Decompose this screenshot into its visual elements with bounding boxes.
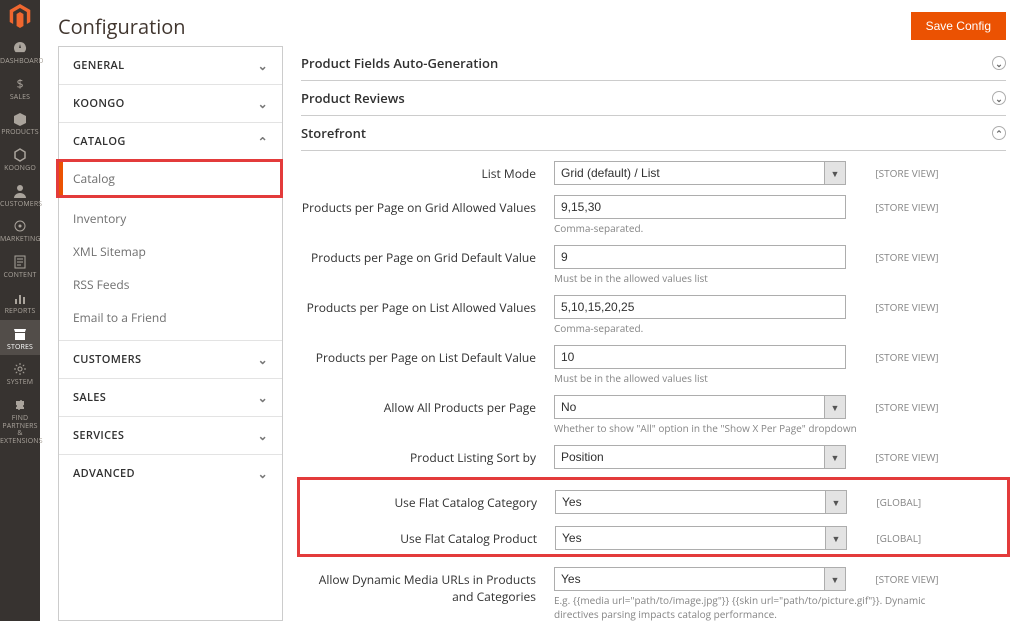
note-grid-allowed: Comma-separated. (554, 221, 954, 235)
config-item-inventory[interactable]: Inventory (59, 202, 282, 235)
select-allow-all[interactable] (554, 395, 846, 419)
config-item-email-to-friend[interactable]: Email to a Friend (59, 301, 282, 334)
scope-label: [STORE VIEW] (875, 345, 938, 364)
scope-label: [STORE VIEW] (875, 195, 938, 214)
label-grid-allowed: Products per Page on Grid Allowed Values (301, 195, 554, 216)
section-auto-generation[interactable]: Product Fields Auto-Generation ⌄ (301, 46, 1006, 81)
svg-text:$: $ (17, 76, 24, 92)
note-list-default: Must be in the allowed values list (554, 371, 954, 385)
config-group-sales[interactable]: SALES ⌄ (59, 379, 282, 416)
scope-label: [STORE VIEW] (875, 245, 938, 264)
nav-customers[interactable]: CUSTOMERS (0, 177, 40, 213)
input-list-allowed[interactable] (554, 295, 846, 319)
hexagon-icon (12, 147, 28, 163)
select-sort-by[interactable] (554, 445, 846, 469)
chevron-up-icon: ⌃ (258, 133, 268, 150)
nav-koongo[interactable]: KOONGO (0, 141, 40, 177)
nav-stores[interactable]: STORES (0, 320, 40, 356)
person-icon (12, 183, 28, 199)
config-nav: GENERAL ⌄ KOONGO ⌄ CATALOG ⌃ Catalog (58, 46, 283, 621)
scope-label: [STORE VIEW] (875, 295, 938, 314)
chevron-down-icon: ⌄ (258, 351, 268, 368)
config-group-customers[interactable]: CUSTOMERS ⌄ (59, 341, 282, 378)
scope-label: [STORE VIEW] (875, 445, 938, 464)
collapse-icon[interactable]: ⌃ (992, 126, 1006, 140)
chevron-down-icon: ⌄ (258, 95, 268, 112)
dollar-icon: $ (12, 76, 28, 92)
nav-reports[interactable]: REPORTS (0, 284, 40, 320)
save-config-button[interactable]: Save Config (911, 12, 1006, 40)
note-dynamic-media: E.g. {{media url="path/to/image.jpg"}} {… (554, 593, 954, 621)
target-icon (12, 218, 28, 234)
nav-system[interactable]: SYSTEM (0, 355, 40, 391)
nav-partners[interactable]: FIND PARTNERS & EXTENSIONS (0, 391, 40, 450)
page-title: Configuration (58, 13, 186, 40)
admin-nav: DASHBOARD $ SALES PRODUCTS KOONGO CUSTOM… (0, 0, 40, 621)
puzzle-icon (12, 397, 28, 413)
gauge-icon (12, 40, 28, 56)
bar-chart-icon (12, 290, 28, 306)
nav-content[interactable]: CONTENT (0, 248, 40, 284)
collapse-icon[interactable]: ⌄ (992, 56, 1006, 70)
section-product-reviews[interactable]: Product Reviews ⌄ (301, 81, 1006, 116)
chevron-down-icon: ⌄ (258, 57, 268, 74)
scope-label: [GLOBAL] (876, 526, 921, 545)
input-grid-default[interactable] (554, 245, 846, 269)
config-group-advanced[interactable]: ADVANCED ⌄ (59, 455, 282, 492)
section-storefront[interactable]: Storefront ⌃ (301, 116, 1006, 151)
label-list-default: Products per Page on List Default Value (301, 345, 554, 366)
nav-products[interactable]: PRODUCTS (0, 105, 40, 141)
scope-label: [GLOBAL] (876, 490, 921, 509)
input-list-default[interactable] (554, 345, 846, 369)
config-group-koongo[interactable]: KOONGO ⌄ (59, 85, 282, 122)
note-allow-all: Whether to show "All" option in the "Sho… (554, 421, 954, 435)
magento-logo-icon (8, 4, 32, 28)
scope-label: [STORE VIEW] (875, 161, 938, 180)
label-list-allowed: Products per Page on List Allowed Values (301, 295, 554, 316)
label-dynamic-media: Allow Dynamic Media URLs in Products and… (301, 567, 554, 605)
chevron-down-icon: ⌄ (258, 389, 268, 406)
store-icon (12, 326, 28, 342)
note-grid-default: Must be in the allowed values list (554, 271, 954, 285)
label-allow-all: Allow All Products per Page (301, 395, 554, 416)
nav-sales[interactable]: $ SALES (0, 70, 40, 106)
config-group-services[interactable]: SERVICES ⌄ (59, 417, 282, 454)
select-flat-category[interactable] (555, 490, 847, 514)
input-grid-allowed[interactable] (554, 195, 846, 219)
scope-label: [STORE VIEW] (875, 395, 938, 414)
document-icon (12, 254, 28, 270)
label-flat-category: Use Flat Catalog Category (302, 490, 555, 511)
scope-label: [STORE VIEW] (875, 567, 938, 586)
config-item-rss-feeds[interactable]: RSS Feeds (59, 268, 282, 301)
collapse-icon[interactable]: ⌄ (992, 91, 1006, 105)
select-dynamic-media[interactable] (554, 567, 846, 591)
config-group-catalog[interactable]: CATALOG ⌃ (59, 123, 282, 160)
select-list-mode[interactable] (554, 161, 846, 185)
label-flat-product: Use Flat Catalog Product (302, 526, 555, 547)
gear-icon (12, 361, 28, 377)
select-flat-product[interactable] (555, 526, 847, 550)
config-item-xml-sitemap[interactable]: XML Sitemap (59, 235, 282, 268)
label-list-mode: List Mode (301, 161, 554, 182)
label-grid-default: Products per Page on Grid Default Value (301, 245, 554, 266)
nav-marketing[interactable]: MARKETING (0, 212, 40, 248)
box-icon (12, 111, 28, 127)
chevron-down-icon: ⌄ (258, 427, 268, 444)
highlight-catalog-item: Catalog (56, 159, 283, 198)
nav-dashboard[interactable]: DASHBOARD (0, 34, 40, 70)
config-item-catalog[interactable]: Catalog (59, 162, 280, 195)
config-group-general[interactable]: GENERAL ⌄ (59, 47, 282, 84)
config-form: Product Fields Auto-Generation ⌄ Product… (301, 46, 1006, 621)
highlight-flat-catalog: Use Flat Catalog Category ▼ [GLOBAL] Use… (297, 477, 1010, 557)
note-list-allowed: Comma-separated. (554, 321, 954, 335)
chevron-down-icon: ⌄ (258, 465, 268, 482)
label-sort-by: Product Listing Sort by (301, 445, 554, 466)
